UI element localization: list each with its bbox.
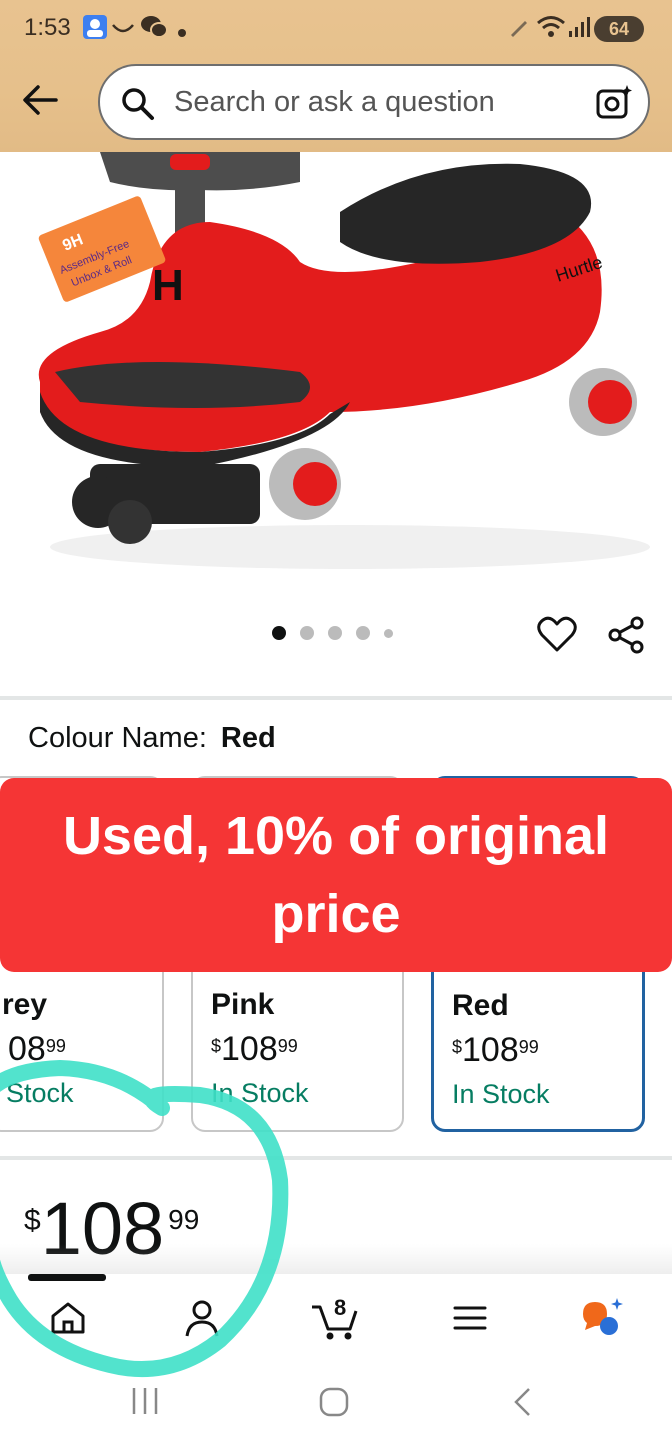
home-button-icon[interactable] [318, 1386, 350, 1418]
app-header: 1:53 64 [0, 0, 672, 152]
carousel-dot[interactable] [300, 626, 314, 640]
wifi-icon [536, 14, 566, 45]
contacts-notification-icon [82, 14, 108, 45]
nav-menu[interactable] [440, 1290, 500, 1346]
section-divider [0, 1156, 672, 1160]
swatch-price: $10899 [452, 1031, 539, 1069]
swatch-name: rey [2, 988, 48, 1021]
search-input[interactable] [174, 82, 554, 122]
carousel-dot[interactable] [356, 626, 370, 640]
status-bar: 1:53 64 [0, 0, 672, 60]
nav-cart[interactable]: 8 [306, 1290, 366, 1346]
system-navigation [0, 1358, 672, 1440]
price-currency: $ [24, 1204, 41, 1237]
carousel-dots[interactable] [272, 626, 393, 640]
account-icon [185, 1300, 219, 1337]
cart-icon: 8 [312, 1295, 358, 1340]
curve-notification-icon [112, 22, 134, 40]
search-icon [122, 88, 154, 120]
swatch-name: Red [452, 989, 509, 1022]
colour-label-text: Colour Name: [28, 722, 207, 754]
status-time: 1:53 [24, 14, 71, 41]
product-image[interactable]: H Hurtle 9H Assembly-Free Unbox & Roll [0, 152, 672, 582]
carousel-dot[interactable] [328, 626, 342, 640]
wishlist-button[interactable] [536, 614, 578, 656]
active-tab-indicator [28, 1274, 106, 1281]
swatch-price: $10899 [211, 1030, 298, 1068]
ai-assistant-icon [583, 1298, 623, 1335]
pen-icon [508, 16, 530, 43]
bottom-navigation: 8 [0, 1274, 672, 1358]
nav-home[interactable] [38, 1290, 98, 1346]
price-fraction: 99 [168, 1204, 200, 1235]
nav-account[interactable] [172, 1290, 232, 1346]
scroll-fade [0, 1244, 672, 1278]
swatch-stock: In Stock [211, 1078, 309, 1108]
signal-icon [568, 16, 590, 43]
swatch-stock: Stock [6, 1078, 74, 1108]
used-price-banner: Used, 10% of original price [0, 778, 672, 972]
arrow-left-icon [23, 85, 58, 115]
cart-count: 8 [334, 1295, 346, 1320]
nav-rufus[interactable] [574, 1290, 634, 1346]
share-icon [608, 616, 644, 654]
swatch-stock: In Stock [452, 1079, 550, 1109]
search-bar[interactable] [98, 64, 650, 140]
swatch-price: 0899 [8, 1030, 66, 1068]
swatch-name: Pink [211, 988, 275, 1021]
selected-colour: Red [220, 722, 276, 754]
battery-indicator: 64 [594, 16, 644, 42]
more-notifications-dot [178, 24, 186, 42]
back-button[interactable] [18, 80, 62, 120]
home-icon [51, 1302, 85, 1334]
carousel-dot[interactable] [384, 628, 393, 638]
heart-icon [537, 616, 577, 652]
svg-text:H: H [152, 261, 184, 310]
menu-icon [453, 1306, 487, 1330]
camera-search-icon[interactable] [594, 82, 634, 122]
share-button[interactable] [606, 614, 648, 656]
recent-apps-icon[interactable] [128, 1386, 162, 1416]
colour-label: Colour Name: Red [28, 722, 276, 755]
carousel-dot[interactable] [272, 626, 286, 640]
back-nav-icon[interactable] [510, 1386, 534, 1418]
wechat-icon [140, 14, 168, 45]
section-divider [0, 696, 672, 700]
